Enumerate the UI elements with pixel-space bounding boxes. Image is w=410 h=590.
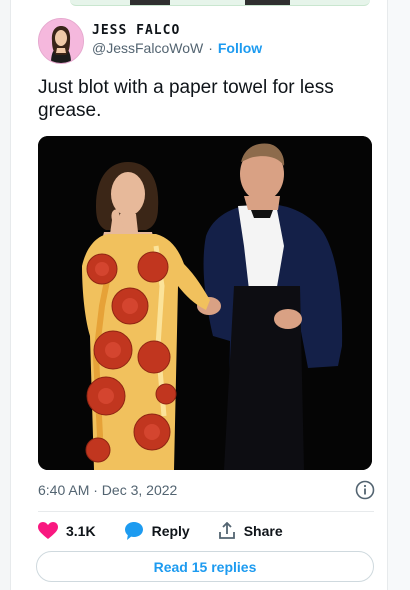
avatar[interactable] <box>38 18 84 64</box>
separator-dot: · <box>208 40 213 56</box>
read-replies-button[interactable]: Read 15 replies <box>36 551 374 582</box>
reply-label: Reply <box>151 523 190 539</box>
right-scroll-edge <box>387 0 410 590</box>
reply-button[interactable]: Reply <box>124 521 190 541</box>
like-count: 3.1K <box>66 523 96 539</box>
previous-tweet-edge <box>70 0 370 6</box>
username-line: @JessFalcoWoW · Follow <box>92 40 262 56</box>
tweet-actions: 3.1K Reply Share <box>38 520 283 542</box>
left-edge <box>0 0 11 590</box>
reply-bubble-icon <box>124 522 143 540</box>
avatar-photo <box>39 19 83 63</box>
display-name[interactable]: JESS FALCO <box>92 23 180 38</box>
info-icon[interactable] <box>355 480 375 500</box>
tweet-media-image[interactable] <box>38 136 372 470</box>
photo-couple-pizza-dress <box>38 136 372 470</box>
heart-icon <box>38 522 58 539</box>
display-name-row[interactable]: JESS FALCO <box>92 19 180 41</box>
share-label: Share <box>243 523 283 539</box>
share-icon <box>218 522 235 539</box>
follow-button[interactable]: Follow <box>218 40 262 56</box>
tweet-timestamp[interactable]: 6:40 AM · Dec 3, 2022 <box>38 482 177 498</box>
username[interactable]: @JessFalcoWoW <box>92 40 203 56</box>
divider <box>38 511 374 512</box>
share-button[interactable]: Share <box>218 522 283 540</box>
like-button[interactable]: 3.1K <box>38 522 96 540</box>
tweet-text: Just blot with a paper towel for less gr… <box>38 77 334 121</box>
